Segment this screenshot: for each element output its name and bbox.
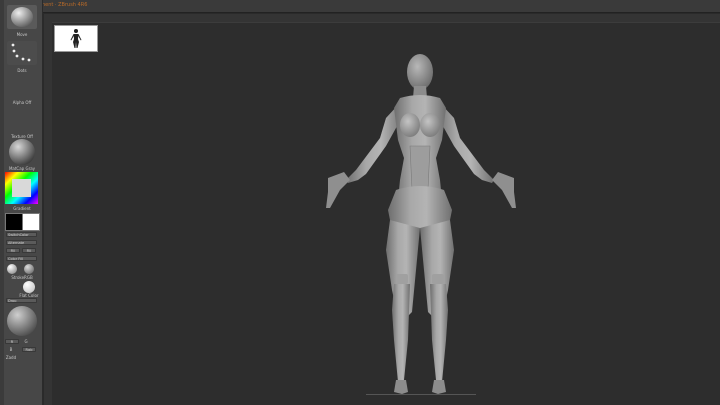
alpha-button[interactable] [6,74,38,98]
viewport-top-edge [52,22,720,23]
color-picker-icon [5,172,38,204]
stroke-rgb-label: StrokeRGB [11,275,33,280]
shelf-rim [0,0,4,405]
fill-button[interactable]: Fill [6,248,20,253]
use-sphere-icon[interactable] [24,264,34,274]
sphere-brush-icon[interactable] [7,306,37,336]
g-label: G [24,339,28,344]
model-left-hand [326,172,350,208]
rgb-button[interactable]: Rgb [22,347,36,352]
model-left-knee [396,274,408,284]
alpha-label: Alpha Off [12,100,32,105]
title-bar: ZBrush Document · ZBrush 4R6 [0,0,720,13]
brush-sphere-icon [7,5,37,29]
r-button[interactable]: R [5,339,19,344]
left-shelf: Move Dots Alpha Off Texture Off MatCap G… [0,0,43,405]
model-right-knee [432,274,444,284]
drop-button[interactable]: Drop [6,298,37,303]
zadd-label: Zadd [5,355,17,360]
model-left-foot [394,380,408,394]
stroke-label: Dots [17,68,27,73]
color-picker[interactable] [5,172,38,204]
stroke-dots-icon [7,41,37,65]
material-label: MatCap Gray [8,166,36,171]
color-fill-button[interactable]: Color Fill [6,256,37,261]
brush-label: Move [16,32,28,37]
model-right-foot [432,380,446,394]
navigator-thumbnail[interactable] [54,25,98,52]
main-color-swatch[interactable] [5,213,23,231]
sculpt-model[interactable] [322,50,522,400]
b-label: B [9,347,13,352]
brush-button[interactable] [6,4,38,30]
model-right-hand [492,172,516,208]
stroke-button[interactable] [6,40,38,66]
model-chest-right [420,113,440,137]
flat-color-sphere-icon[interactable] [23,281,35,293]
model-chest-left [400,113,420,137]
stroke-rgb-sphere-icon[interactable] [7,264,17,274]
thumbnail-figure-icon [70,29,82,48]
switch-color-button[interactable]: SwitchColor [6,232,37,237]
texture-button[interactable] [6,106,38,132]
model-right-shin [430,284,448,382]
alternate-button[interactable]: Alternate [6,240,37,245]
material-button[interactable] [6,138,38,166]
secondary-color-swatch[interactable] [22,213,40,231]
model-left-shin [392,284,410,382]
gradient-label: Gradient [13,206,31,211]
matcap-sphere-icon [9,139,35,165]
model-head [407,54,433,90]
fill-button-2[interactable]: Fill [22,248,36,253]
